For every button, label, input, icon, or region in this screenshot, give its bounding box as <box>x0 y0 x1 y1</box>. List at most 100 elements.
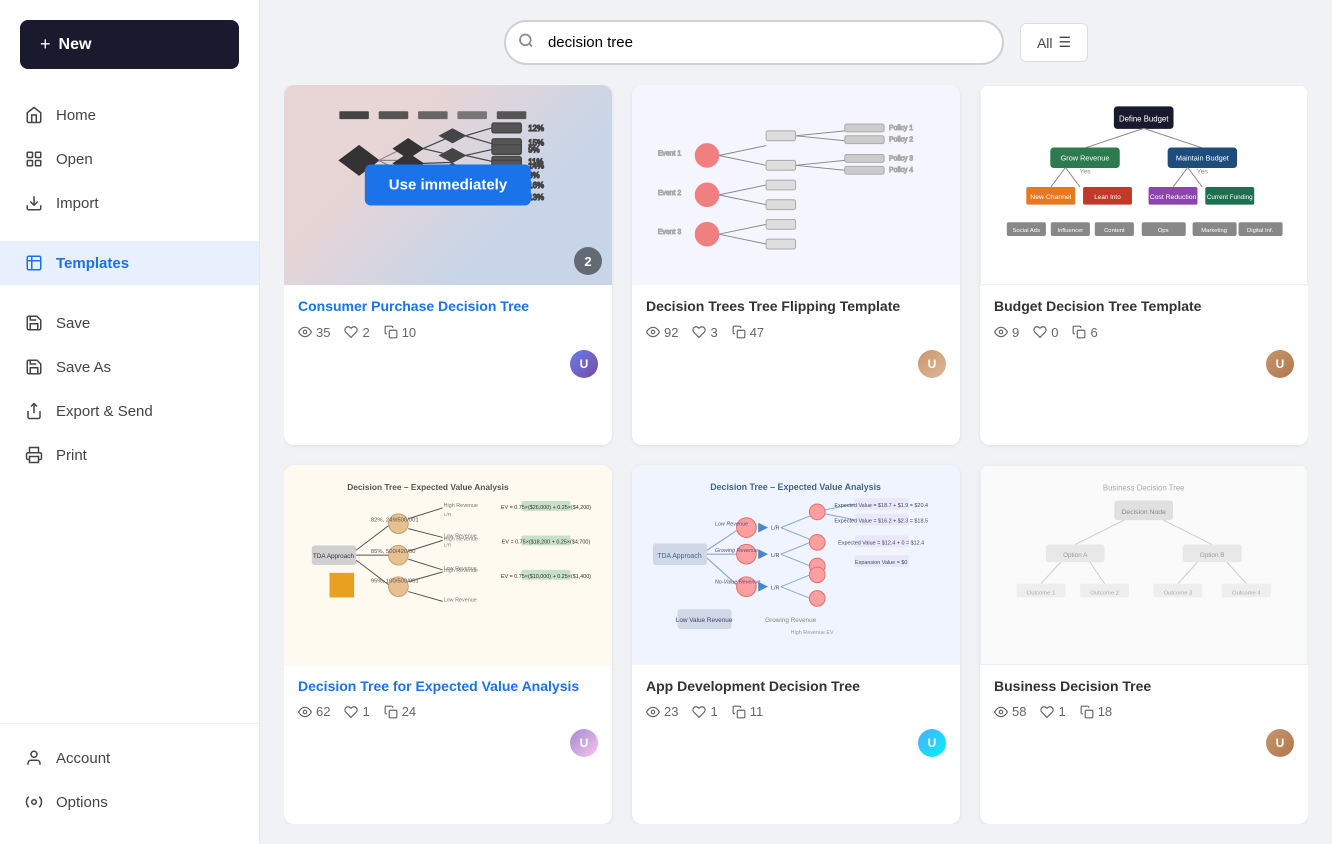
svg-text:Cost Reduction: Cost Reduction <box>1150 194 1197 201</box>
views-count: 62 <box>316 704 330 719</box>
copies-stat: 47 <box>732 325 764 340</box>
save-as-icon <box>24 357 44 377</box>
new-button[interactable]: + New <box>20 20 239 69</box>
svg-text:Expansion Value = $0: Expansion Value = $0 <box>855 560 907 566</box>
svg-text:Content: Content <box>1104 228 1125 234</box>
copies-stat: 6 <box>1072 325 1097 340</box>
copies-count: 10 <box>402 325 416 340</box>
svg-text:Policy 4: Policy 4 <box>889 167 913 174</box>
svg-text:Expected Value = $16.2 + $2.3: Expected Value = $16.2 + $2.3 = $18.5 <box>835 518 929 524</box>
svg-text:Low Revenue: Low Revenue <box>715 521 748 527</box>
svg-text:Lean Into: Lean Into <box>1095 194 1122 201</box>
card-body: App Development Decision Tree 23 1 11 <box>632 665 960 730</box>
open-label: Open <box>56 151 93 168</box>
filter-label: All <box>1037 35 1053 51</box>
sidebar-item-account[interactable]: Account <box>0 736 259 780</box>
svg-text:L/R: L/R <box>444 542 452 548</box>
new-label: New <box>59 36 92 54</box>
card-title: Consumer Purchase Decision Tree <box>298 297 598 317</box>
template-card-expected-value[interactable]: Decision Tree – Expected Value Analysis … <box>284 465 612 825</box>
svg-text:Business Decision Tree: Business Decision Tree <box>1103 484 1185 493</box>
sidebar-item-save-as[interactable]: Save As <box>0 345 259 389</box>
card-stats: 62 1 24 <box>298 704 598 719</box>
card-footer: U <box>980 729 1308 767</box>
svg-text:L/R: L/R <box>771 525 780 531</box>
svg-text:L/R: L/R <box>444 511 452 517</box>
card-thumbnail: Define Budget Grow Revenue Maintain Budg… <box>980 85 1308 285</box>
filter-button[interactable]: All ☰ <box>1020 23 1088 62</box>
card-thumbnail: Decision Tree – Expected Value Analysis … <box>632 465 960 665</box>
sidebar-item-templates[interactable]: Templates <box>0 241 259 285</box>
sidebar-item-save[interactable]: Save <box>0 301 259 345</box>
copies-count: 24 <box>402 704 416 719</box>
card-title: Decision Tree for Expected Value Analysi… <box>298 677 598 697</box>
svg-text:9%: 9% <box>529 146 540 155</box>
card-title: Business Decision Tree <box>994 677 1294 697</box>
avatar: U <box>918 729 946 757</box>
views-stat: 58 <box>994 704 1026 719</box>
open-icon <box>24 149 44 169</box>
views-count: 92 <box>664 325 678 340</box>
avatar: U <box>570 350 598 378</box>
views-count: 23 <box>664 704 678 719</box>
use-immediately-button[interactable]: Use immediately <box>365 165 531 206</box>
svg-text:Policy 1: Policy 1 <box>889 125 913 132</box>
svg-text:Decision Tree – Expected Value: Decision Tree – Expected Value Analysis <box>711 482 882 492</box>
sidebar: + New Home Open <box>0 0 260 844</box>
svg-text:Yes: Yes <box>1080 168 1092 175</box>
sidebar-item-home[interactable]: Home <box>0 93 259 137</box>
likes-stat: 1 <box>1040 704 1065 719</box>
sidebar-item-options[interactable]: Options <box>0 780 259 824</box>
sidebar-item-import[interactable]: Import <box>0 181 259 225</box>
svg-text:EV = 0.75×($10,000) + 0.25×($1: EV = 0.75×($10,000) + 0.25×($1,400) <box>501 573 591 579</box>
template-card-budget[interactable]: Define Budget Grow Revenue Maintain Budg… <box>980 85 1308 445</box>
template-card-app-dev[interactable]: Decision Tree – Expected Value Analysis … <box>632 465 960 825</box>
svg-text:Outcome 3: Outcome 3 <box>1164 591 1193 597</box>
svg-text:Decision Node: Decision Node <box>1122 510 1167 517</box>
sidebar-item-open[interactable]: Open <box>0 137 259 181</box>
account-icon <box>24 748 44 768</box>
likes-stat: 0 <box>1033 325 1058 340</box>
search-input[interactable] <box>504 20 1004 65</box>
sidebar-item-print[interactable]: Print <box>0 433 259 477</box>
sidebar-item-export[interactable]: Export & Send <box>0 389 259 433</box>
card-body: Decision Tree for Expected Value Analysi… <box>284 665 612 730</box>
views-count: 58 <box>1012 704 1026 719</box>
likes-count: 1 <box>1058 704 1065 719</box>
copies-stat: 24 <box>384 704 416 719</box>
svg-text:Option B: Option B <box>1200 553 1225 560</box>
card-stats: 35 2 10 <box>298 325 598 340</box>
views-stat: 92 <box>646 325 678 340</box>
svg-text:Event 2: Event 2 <box>658 190 681 197</box>
card-thumbnail: Event 1 Event 2 Event 3 Policy 1 Policy … <box>632 85 960 285</box>
svg-text:High Revenue: High Revenue <box>444 502 478 508</box>
likes-count: 1 <box>710 704 717 719</box>
copies-stat: 10 <box>384 325 416 340</box>
save-icon <box>24 313 44 333</box>
likes-stat: 1 <box>692 704 717 719</box>
svg-text:EV = 0.75×($26,000) + 0.25×($4: EV = 0.75×($26,000) + 0.25×($4,200) <box>501 504 591 510</box>
likes-count: 1 <box>362 704 369 719</box>
card-thumbnail: Decision Tree – Expected Value Analysis … <box>284 465 612 665</box>
export-label: Export & Send <box>56 403 153 420</box>
svg-text:New Channel: New Channel <box>1031 194 1072 201</box>
svg-text:Outcome 1: Outcome 1 <box>1027 591 1056 597</box>
template-card-flipping[interactable]: Event 1 Event 2 Event 3 Policy 1 Policy … <box>632 85 960 445</box>
filter-menu-icon: ☰ <box>1059 34 1072 51</box>
template-card-consumer-purchase[interactable]: 12% 15% 9% 11% 14% 8% 16% 13% <box>284 85 612 445</box>
card-footer: U <box>284 350 612 388</box>
copies-stat: 18 <box>1080 704 1112 719</box>
save-as-label: Save As <box>56 359 111 376</box>
svg-text:82%, 249/500/001: 82%, 249/500/001 <box>371 517 419 523</box>
svg-text:16%: 16% <box>529 181 545 190</box>
account-label: Account <box>56 750 110 767</box>
template-card-business[interactable]: Business Decision Tree Decision Node Opt… <box>980 465 1308 825</box>
main-content: All ☰ <box>260 0 1332 844</box>
views-count: 35 <box>316 325 330 340</box>
card-title: Budget Decision Tree Template <box>994 297 1294 317</box>
copies-stat: 11 <box>732 704 764 719</box>
card-body: Consumer Purchase Decision Tree 35 2 10 <box>284 285 612 350</box>
svg-text:Low Value Revenue: Low Value Revenue <box>676 617 733 624</box>
search-wrapper <box>504 20 1004 65</box>
views-stat: 9 <box>994 325 1019 340</box>
